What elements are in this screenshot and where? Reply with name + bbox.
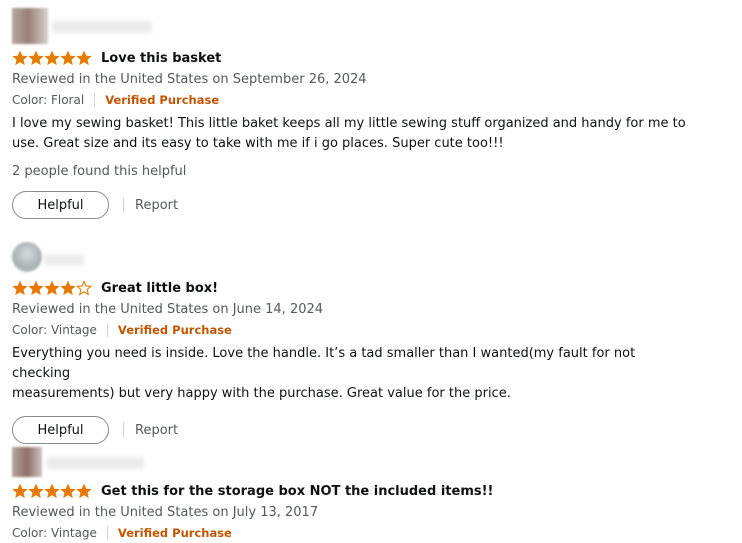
divider [106, 526, 108, 540]
review-date: Reviewed in the United States on July 13… [12, 505, 319, 520]
review-body-line: use. Great size and its easy to take wit… [12, 136, 504, 151]
review-card: Great little box! Reviewed in the United… [12, 240, 732, 444]
reviewer-name[interactable] [46, 457, 144, 469]
star-icon [28, 280, 44, 296]
product-variant[interactable]: Color: Vintage [12, 523, 97, 543]
reviewer-profile[interactable] [12, 240, 732, 278]
star-icon [60, 50, 76, 66]
review-body: I love my sewing basket! This little bak… [12, 114, 692, 154]
star-icon [44, 483, 60, 499]
avatar[interactable] [12, 8, 48, 44]
reviewer-name[interactable] [44, 254, 84, 266]
avatar[interactable] [12, 447, 42, 477]
divider [123, 422, 124, 438]
review-card: Get this for the storage box NOT the inc… [12, 441, 732, 543]
review-body: Everything you need is inside. Love the … [12, 344, 692, 404]
review-body-line: I love my sewing basket! This little bak… [12, 116, 686, 131]
report-link[interactable]: Report [135, 423, 178, 438]
avatar[interactable] [12, 242, 42, 272]
review-title[interactable]: Get this for the storage box NOT the inc… [101, 484, 493, 499]
star-rating [12, 280, 92, 296]
divider [123, 197, 124, 213]
product-variant[interactable]: Color: Floral [12, 90, 84, 110]
star-icon [28, 483, 44, 499]
star-icon [12, 280, 28, 296]
reviewer-name[interactable] [52, 21, 152, 33]
review-body-line: measurements) but very happy with the pu… [12, 386, 511, 401]
review-title[interactable]: Great little box! [101, 281, 218, 296]
star-icon [60, 483, 76, 499]
star-icon [60, 280, 76, 296]
star-rating [12, 50, 92, 66]
reviewer-profile[interactable] [12, 441, 732, 481]
helpful-count: 2 people found this helpful [12, 164, 187, 179]
star-rating [12, 483, 92, 499]
review-date: Reviewed in the United States on Septemb… [12, 72, 367, 87]
star-empty-icon [76, 280, 92, 296]
star-icon [76, 50, 92, 66]
review-card: Love this basket Reviewed in the United … [12, 8, 732, 219]
star-icon [28, 50, 44, 66]
review-body-line: Everything you need is inside. Love the … [12, 346, 636, 381]
product-variant[interactable]: Color: Vintage [12, 320, 97, 340]
star-icon [12, 50, 28, 66]
star-icon [44, 280, 60, 296]
report-link[interactable]: Report [135, 198, 178, 213]
divider [94, 93, 96, 107]
star-icon [76, 483, 92, 499]
review-title[interactable]: Love this basket [101, 51, 221, 66]
helpful-button[interactable]: Helpful [12, 416, 109, 444]
divider [106, 323, 108, 337]
star-icon [44, 50, 60, 66]
review-date: Reviewed in the United States on June 14… [12, 302, 324, 317]
verified-purchase-badge: Verified Purchase [117, 526, 232, 540]
verified-purchase-badge: Verified Purchase [117, 323, 232, 337]
verified-purchase-badge: Verified Purchase [105, 93, 220, 107]
reviewer-profile[interactable] [12, 8, 732, 48]
star-icon [12, 483, 28, 499]
helpful-button[interactable]: Helpful [12, 191, 109, 219]
